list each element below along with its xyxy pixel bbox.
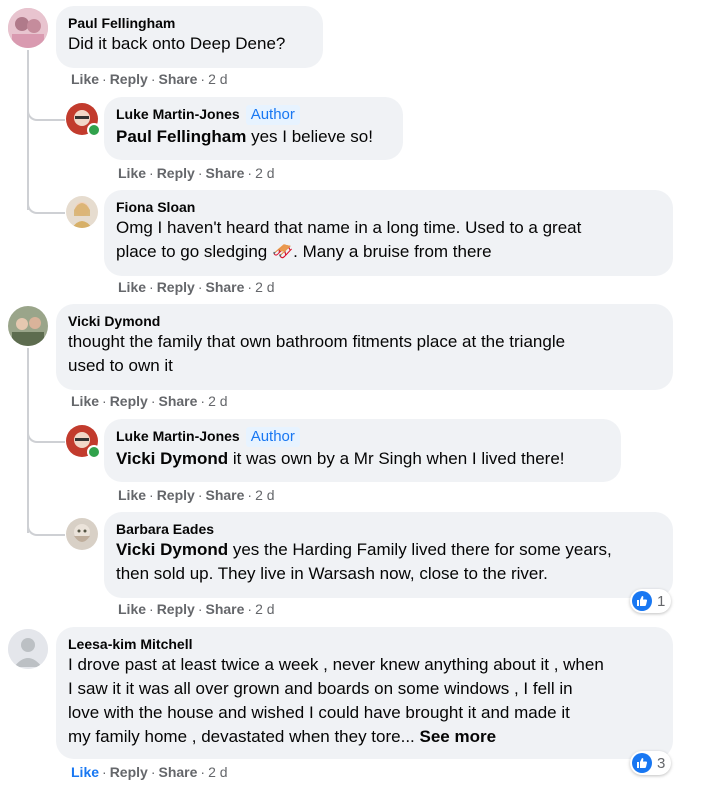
comment-text: yes I believe so! <box>246 127 373 146</box>
comment-actions: Like · Reply · Share · 2 d <box>71 71 228 87</box>
thread-line <box>27 50 29 210</box>
reaction-count[interactable]: 1 <box>630 589 672 613</box>
comment-author[interactable]: Leesa-kim Mitchell <box>68 635 661 653</box>
reply-button[interactable]: Reply <box>110 393 148 409</box>
avatar[interactable] <box>66 518 98 550</box>
comment-author[interactable]: Paul Fellingham <box>68 14 311 32</box>
timestamp[interactable]: 2 d <box>255 279 274 295</box>
share-button[interactable]: Share <box>158 393 197 409</box>
comment-actions: Like · Reply · Share · 2 d <box>118 487 275 503</box>
comment-actions: Like · Reply · Share · 2 d <box>118 601 275 617</box>
comment-bubble: Vicki Dymond thought the family that own… <box>56 304 673 390</box>
avatar[interactable] <box>8 306 48 346</box>
thread-connector <box>27 188 65 214</box>
thread-connector <box>27 510 65 536</box>
like-button[interactable]: Like <box>71 71 99 87</box>
mention-link[interactable]: Vicki Dymond <box>116 540 228 559</box>
share-button[interactable]: Share <box>205 279 244 295</box>
like-button[interactable]: Like <box>118 487 146 503</box>
comment-text: Did it back onto Deep Dene? <box>68 34 286 53</box>
comment-actions: Like · Reply · Share · 2 d <box>118 279 275 295</box>
author-badge: Author <box>245 105 300 125</box>
comment-bubble: Leesa-kim Mitchell I drove past at least… <box>56 627 673 759</box>
timestamp[interactable]: 2 d <box>255 601 274 617</box>
timestamp[interactable]: 2 d <box>208 764 227 780</box>
comment-actions: Like · Reply · Share · 2 d <box>71 764 228 780</box>
share-button[interactable]: Share <box>158 764 197 780</box>
avatar[interactable] <box>8 8 48 48</box>
comment-bubble: Luke Martin-Jones Author Paul Fellingham … <box>104 97 403 160</box>
thread-line <box>27 348 29 533</box>
like-button[interactable]: Like <box>71 764 99 780</box>
comment-text: yes the Harding Family lived there for s… <box>228 540 612 559</box>
online-status-icon <box>87 123 101 137</box>
timestamp[interactable]: 2 d <box>208 71 227 87</box>
mention-link[interactable]: Vicki Dymond <box>116 449 228 468</box>
like-button[interactable]: Like <box>71 393 99 409</box>
mention-link[interactable]: Paul Fellingham <box>116 127 246 146</box>
comment-actions: Like · Reply · Share · 2 d <box>118 165 275 181</box>
like-button[interactable]: Like <box>118 601 146 617</box>
reply-button[interactable]: Reply <box>110 764 148 780</box>
author-badge: Author <box>245 427 300 447</box>
comment-text: Omg I haven't heard that name in a long … <box>116 218 582 237</box>
share-button[interactable]: Share <box>205 601 244 617</box>
reply-button[interactable]: Reply <box>157 165 195 181</box>
comment-bubble: Fiona Sloan Omg I haven't heard that nam… <box>104 190 673 276</box>
thumbs-up-icon <box>632 591 652 611</box>
share-button[interactable]: Share <box>158 71 197 87</box>
comment-author[interactable]: Luke Martin-Jones <box>116 106 240 122</box>
timestamp[interactable]: 2 d <box>208 393 227 409</box>
share-button[interactable]: Share <box>205 165 244 181</box>
comment-author[interactable]: Fiona Sloan <box>116 198 661 216</box>
comment-author[interactable]: Luke Martin-Jones <box>116 428 240 444</box>
thread-connector <box>27 417 65 443</box>
see-more-link[interactable]: See more <box>420 727 497 746</box>
sled-emoji: 🛷 <box>271 242 294 261</box>
reply-button[interactable]: Reply <box>157 487 195 503</box>
comment-bubble: Luke Martin-Jones Author Vicki Dymond it … <box>104 419 621 482</box>
comment-bubble: Paul Fellingham Did it back onto Deep De… <box>56 6 323 68</box>
comment-bubble: Barbara Eades Vicki Dymond yes the Hardi… <box>104 512 673 598</box>
reply-button[interactable]: Reply <box>110 71 148 87</box>
comment-text: thought the family that own bathroom fit… <box>68 332 566 351</box>
reply-button[interactable]: Reply <box>157 601 195 617</box>
timestamp[interactable]: 2 d <box>255 165 274 181</box>
reply-button[interactable]: Reply <box>157 279 195 295</box>
like-button[interactable]: Like <box>118 165 146 181</box>
thumbs-up-icon <box>632 753 652 773</box>
comment-actions: Like · Reply · Share · 2 d <box>71 393 228 409</box>
timestamp[interactable]: 2 d <box>255 487 274 503</box>
share-button[interactable]: Share <box>205 487 244 503</box>
comment-text: it was own by a Mr Singh when I lived th… <box>228 449 565 468</box>
comment-text: I drove past at least twice a week , nev… <box>68 655 604 674</box>
thread-connector <box>27 95 65 121</box>
avatar[interactable] <box>8 629 48 669</box>
like-button[interactable]: Like <box>118 279 146 295</box>
comment-author[interactable]: Vicki Dymond <box>68 312 661 330</box>
avatar[interactable] <box>66 196 98 228</box>
comment-author[interactable]: Barbara Eades <box>116 520 661 538</box>
online-status-icon <box>87 445 101 459</box>
reaction-count[interactable]: 3 <box>630 751 672 775</box>
